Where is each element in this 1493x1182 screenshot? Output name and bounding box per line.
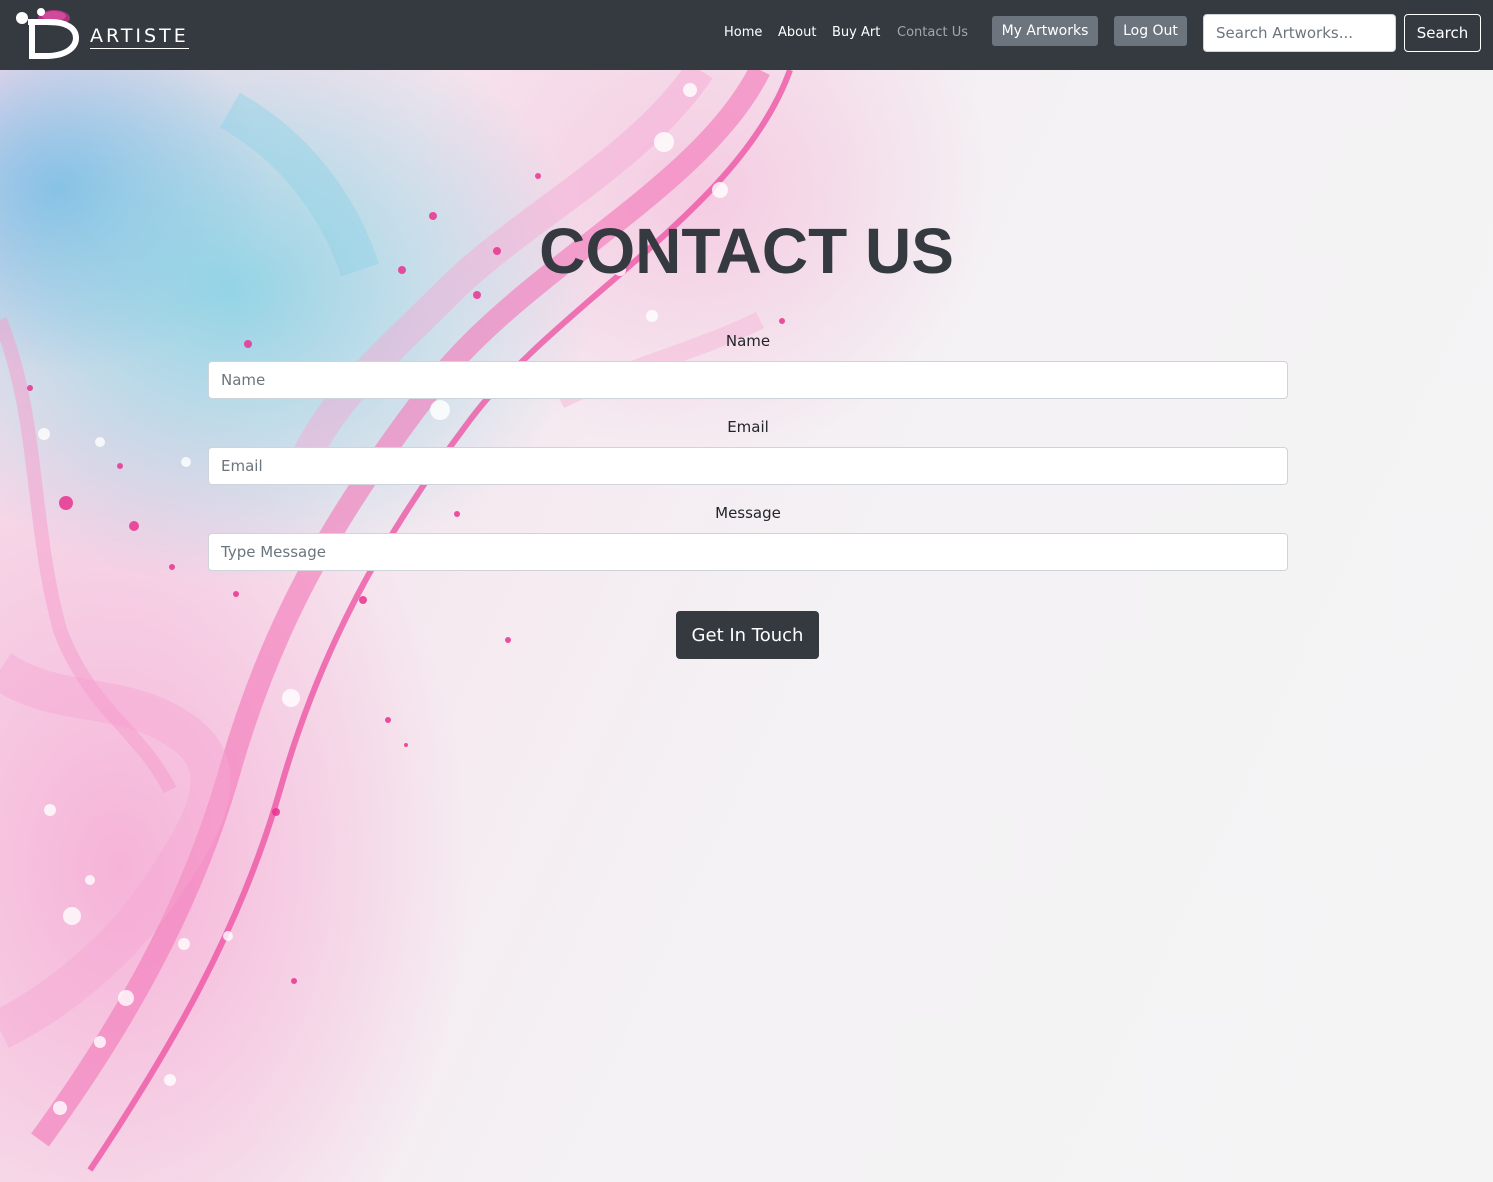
message-input[interactable] [208,533,1288,571]
page-title: CONTACT US [539,215,954,287]
search-input[interactable] [1203,14,1396,52]
message-label: Message [715,504,781,522]
nav-link-about[interactable]: About [778,24,816,42]
get-in-touch-button[interactable]: Get In Touch [676,611,819,659]
brand-name: ARTISTE [90,25,189,49]
logout-button[interactable]: Log Out [1114,16,1187,46]
search-button[interactable]: Search [1404,14,1481,52]
email-label: Email [727,418,769,436]
logo-d-icon [16,8,80,59]
name-input[interactable] [208,361,1288,399]
nav-link-buy-art[interactable]: Buy Art [832,24,880,42]
nav-link-home[interactable]: Home [724,24,762,42]
brand-logo[interactable]: ARTISTE [12,6,189,62]
email-input[interactable] [208,447,1288,485]
navbar: ARTISTE Home About Buy Art Contact Us My… [0,0,1493,70]
name-label: Name [725,332,771,350]
nav-link-contact-us[interactable]: Contact Us [897,24,968,42]
my-artworks-button[interactable]: My Artworks [992,16,1098,46]
